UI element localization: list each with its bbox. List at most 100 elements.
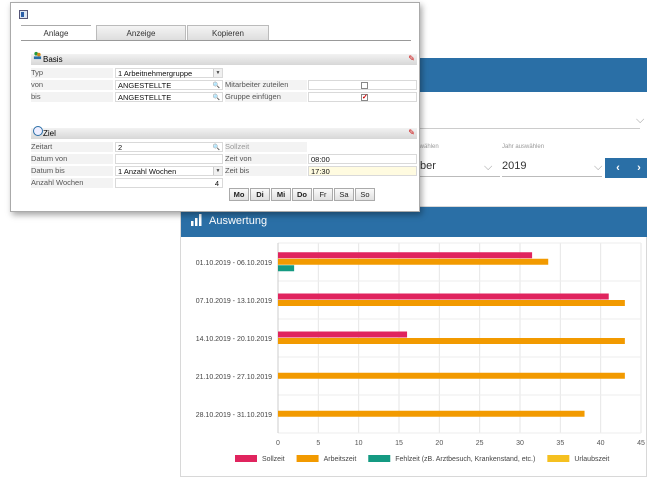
pin-icon[interactable]: ✎ <box>408 128 415 137</box>
typ-label: Typ <box>31 68 113 78</box>
month-select-underline <box>410 176 500 177</box>
zeitart-label: Zeitart <box>31 142 113 152</box>
zeitart-field[interactable]: 2 🔍 <box>115 142 223 152</box>
x-tick-label: 35 <box>556 440 564 447</box>
typ-select[interactable]: 1 Arbeitnehmergruppe ▼ <box>115 68 223 78</box>
bar-sollzeit <box>278 331 408 338</box>
year-select-value[interactable]: 2019 <box>502 160 526 172</box>
legend-swatch <box>547 455 570 462</box>
day-fr-button[interactable]: Fr <box>313 188 333 201</box>
day-mo-button[interactable]: Mo <box>229 188 249 201</box>
gruppe-label: Gruppe einfügen <box>225 92 307 102</box>
category-label: 01.10.2019 - 06.10.2019 <box>196 260 272 267</box>
anzahl-wochen-field[interactable]: 4 <box>115 178 223 188</box>
x-tick-label: 0 <box>276 440 280 447</box>
sollzeit-label: Sollzeit <box>225 142 307 152</box>
von-value: ANGESTELLTE <box>118 81 172 90</box>
tab-divider <box>21 40 411 41</box>
legend-swatch <box>296 455 319 462</box>
zeitart-value: 2 <box>118 143 123 152</box>
legend-label: Sollzeit <box>262 456 285 463</box>
chevron-down-icon[interactable]: ⌵ <box>594 161 602 174</box>
category-label: 14.10.2019 - 20.10.2019 <box>196 336 272 343</box>
search-icon[interactable]: 🔍 <box>213 93 220 103</box>
bar-fehlzeit <box>278 265 295 272</box>
tab-kopieren[interactable]: Kopieren <box>187 25 269 41</box>
basis-title: Basis <box>43 55 63 64</box>
bis-value: ANGESTELLTE <box>118 93 172 102</box>
x-tick-label: 10 <box>355 440 363 447</box>
category-label: 28.10.2019 - 31.10.2019 <box>196 412 272 419</box>
legend-label: Fehlzeit (zB. Arztbesuch, Krankenstand, … <box>395 456 535 463</box>
next-button[interactable]: › <box>631 158 647 178</box>
prev-button[interactable]: ‹ <box>605 158 631 178</box>
users-icon <box>33 51 42 60</box>
x-tick-label: 30 <box>516 440 524 447</box>
gruppe-checkbox[interactable]: ✓ <box>361 94 368 101</box>
anzahl-wochen-label: Anzahl Wochen <box>31 178 113 188</box>
chart-panel: Auswertung 0 5 10 15 20 25 30 35 40 45 01.10.2019 … <box>180 206 647 477</box>
chevron-down-icon[interactable]: ▼ <box>213 167 222 175</box>
x-tick-label: 45 <box>637 440 645 447</box>
tab-bar: Anlage Anzeige Kopieren <box>21 25 269 41</box>
legend-swatch <box>235 455 257 462</box>
datum-bis-label: Datum bis <box>31 166 113 176</box>
bar-arbeitszeit <box>278 338 625 344</box>
month-select-value[interactable]: ber <box>420 160 436 172</box>
day-di-button[interactable]: Di <box>250 188 270 201</box>
category-label: 07.10.2019 - 13.10.2019 <box>196 298 272 305</box>
bar-sollzeit <box>278 252 533 259</box>
ziel-title: Ziel <box>43 129 56 138</box>
ziel-section-header: Ziel ✎ <box>31 126 417 139</box>
datum-von-label: Datum von <box>31 154 113 164</box>
bis-field[interactable]: ANGESTELLTE 🔍 <box>115 92 223 102</box>
dialog-window: Anlage Anzeige Kopieren Basis ✎ Typ 1 Ar… <box>10 2 420 212</box>
basis-section-header: Basis ✎ <box>31 51 417 65</box>
bar-arbeitszeit <box>278 300 625 306</box>
chevron-down-icon[interactable]: ▼ <box>213 69 222 77</box>
von-label: von <box>31 80 113 90</box>
legend-label: Urlaubszeit <box>574 456 609 463</box>
x-tick-label: 5 <box>316 440 320 447</box>
zeit-von-label: Zeit von <box>225 154 307 164</box>
x-tick-label: 20 <box>435 440 443 447</box>
von-field[interactable]: ANGESTELLTE 🔍 <box>115 80 223 90</box>
day-sa-button[interactable]: Sa <box>334 188 354 201</box>
background-input-line <box>420 128 640 129</box>
zeit-von-field[interactable]: 08:00 <box>308 154 417 164</box>
clock-icon <box>33 126 43 136</box>
x-tick-label: 40 <box>597 440 605 447</box>
x-tick-label: 15 <box>395 440 403 447</box>
search-icon[interactable]: 🔍 <box>213 143 220 153</box>
zeit-bis-label: Zeit bis <box>225 166 307 176</box>
chevron-down-icon[interactable]: ⌵ <box>484 161 492 174</box>
datum-bis-select[interactable]: 1 Anzahl Wochen ▼ <box>115 166 223 176</box>
x-tick-label: 25 <box>476 440 484 447</box>
typ-value: 1 Arbeitnehmergruppe <box>118 69 193 78</box>
mitarbeiter-cell <box>308 80 417 90</box>
bar-arbeitszeit <box>278 410 585 417</box>
pin-icon[interactable]: ✎ <box>408 54 415 63</box>
legend-label: Arbeitszeit <box>324 456 357 463</box>
mitarbeiter-label: Mitarbeiter zuteilen <box>225 80 307 90</box>
tab-anlage[interactable]: Anlage <box>21 25 91 41</box>
year-select-underline <box>502 176 602 177</box>
datum-von-field[interactable] <box>115 154 223 164</box>
day-do-button[interactable]: Do <box>292 188 312 201</box>
tab-anzeige[interactable]: Anzeige <box>96 25 186 41</box>
category-label: 21.10.2019 - 27.10.2019 <box>196 374 272 381</box>
year-select-label: Jahr auswählen <box>502 144 545 150</box>
search-icon[interactable]: 🔍 <box>213 81 220 91</box>
legend-swatch <box>368 455 391 462</box>
day-so-button[interactable]: So <box>355 188 375 201</box>
bar-chart: 0 5 10 15 20 25 30 35 40 45 01.10.2019 - 06.10.201… <box>196 242 645 463</box>
window-icon <box>19 10 28 19</box>
bar-arbeitszeit <box>278 372 625 379</box>
day-mi-button[interactable]: Mi <box>271 188 291 201</box>
mitarbeiter-checkbox[interactable] <box>361 82 368 89</box>
bar-arbeitszeit <box>278 258 549 265</box>
zeit-bis-field[interactable]: 17:30 <box>308 166 417 176</box>
bar-sollzeit <box>278 293 609 300</box>
chevron-down-icon[interactable]: ⌵ <box>636 114 644 127</box>
gruppe-cell: ✓ <box>308 92 417 102</box>
